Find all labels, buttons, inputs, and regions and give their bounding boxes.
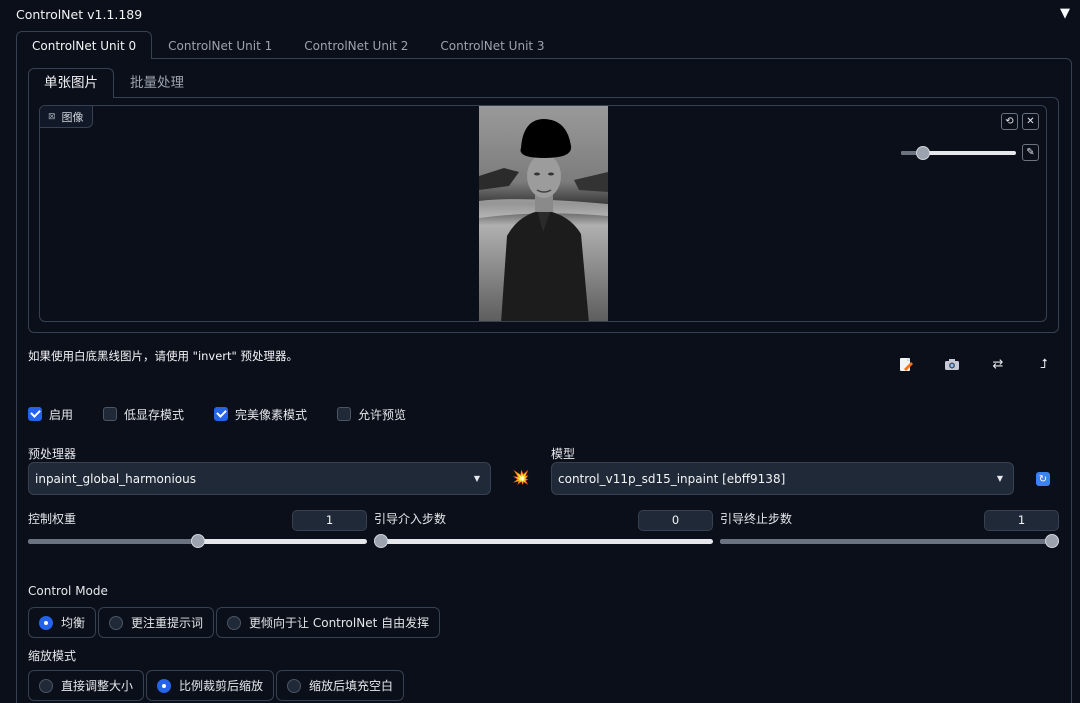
tab-unit-3[interactable]: ControlNet Unit 3 <box>424 31 560 59</box>
radio-dot[interactable] <box>109 615 124 630</box>
end-step-label: 引导终止步数 <box>720 512 793 526</box>
control-mode-controlnet-label: 更倾向于让 ControlNet 自由发挥 <box>249 616 430 630</box>
resize-mode-group: 直接调整大小 比例裁剪后缩放 缩放后填充空白 <box>28 670 406 701</box>
pixel-perfect-checkbox[interactable]: 完美像素模式 <box>214 406 307 423</box>
collapse-triangle-icon[interactable]: ▼ <box>1060 6 1070 21</box>
control-mode-controlnet[interactable]: 更倾向于让 ControlNet 自由发挥 <box>216 607 441 638</box>
tab-batch[interactable]: 批量处理 <box>114 68 200 98</box>
end-step-input[interactable]: 1 <box>984 510 1059 531</box>
resize-mode-crop-resize[interactable]: 比例裁剪后缩放 <box>146 670 275 701</box>
refresh-models-icon[interactable]: ↻ <box>1036 472 1050 486</box>
low-vram-checkbox-box[interactable] <box>103 407 118 421</box>
enable-checkbox-label: 启用 <box>49 407 74 422</box>
model-label: 模型 <box>551 447 576 461</box>
tab-unit-2[interactable]: ControlNet Unit 2 <box>288 31 424 59</box>
weight-slider-knob[interactable] <box>191 534 205 548</box>
image-label: ⊠ 图像 <box>40 106 93 128</box>
start-step-label: 引导介入步数 <box>374 512 447 526</box>
control-mode-group: 均衡 更注重提示词 更倾向于让 ControlNet 自由发挥 <box>28 607 442 638</box>
preprocessor-select[interactable]: inpaint_global_harmonious ▼ <box>28 462 491 495</box>
chevron-down-icon: ▼ <box>473 474 480 483</box>
model-select[interactable]: control_v11p_sd15_inpaint [ebff9138] ▼ <box>551 462 1014 495</box>
edit-doc-icon[interactable] <box>897 356 915 374</box>
weight-input[interactable]: 1 <box>292 510 367 531</box>
start-step-input[interactable]: 0 <box>638 510 713 531</box>
swap-icon[interactable]: ⇄ <box>989 356 1007 374</box>
resize-mode-just-resize-label: 直接调整大小 <box>61 679 134 693</box>
controlnet-title: ControlNet v1.1.189 <box>16 7 143 22</box>
radio-dot[interactable] <box>157 678 172 693</box>
control-mode-prompt[interactable]: 更注重提示词 <box>98 607 215 638</box>
brush-size-knob[interactable] <box>916 146 930 160</box>
allow-preview-checkbox[interactable]: 允许预览 <box>337 406 406 423</box>
resize-mode-fill-label: 缩放后填充空白 <box>309 679 394 693</box>
enable-checkbox-box[interactable] <box>28 407 42 421</box>
brush-size-slider[interactable] <box>901 146 1016 160</box>
invert-hint: 如果使用白底黑线图片，请使用 "invert" 预处理器。 <box>28 349 298 363</box>
resize-mode-fill[interactable]: 缩放后填充空白 <box>276 670 405 701</box>
end-step-slider[interactable] <box>720 534 1059 548</box>
control-mode-label: Control Mode <box>28 584 108 598</box>
run-preprocessor-icon[interactable]: 💥 <box>512 470 529 486</box>
pixel-perfect-checkbox-label: 完美像素模式 <box>235 407 308 422</box>
control-mode-prompt-label: 更注重提示词 <box>131 616 204 630</box>
controlnet-header[interactable]: ControlNet v1.1.189 ▼ <box>0 0 1080 30</box>
weight-slider[interactable] <box>28 534 367 548</box>
control-mode-balanced[interactable]: 均衡 <box>28 607 97 638</box>
model-value: control_v11p_sd15_inpaint [ebff9138] <box>558 471 786 486</box>
radio-dot[interactable] <box>227 615 242 630</box>
tab-single-image[interactable]: 单张图片 <box>28 68 114 98</box>
reset-icon[interactable]: ⟲ <box>1001 113 1018 130</box>
start-step-slider[interactable] <box>374 534 713 548</box>
photo-drawing <box>479 106 608 321</box>
unit-tabs: ControlNet Unit 0 ControlNet Unit 1 Cont… <box>16 31 561 59</box>
camera-icon[interactable] <box>943 356 961 374</box>
enable-checkbox[interactable]: 启用 <box>28 406 73 423</box>
image-icon: ⊠ <box>48 111 56 122</box>
weight-label: 控制权重 <box>28 512 77 526</box>
tab-unit-1[interactable]: ControlNet Unit 1 <box>152 31 288 59</box>
brush-icon[interactable]: ✎ <box>1022 144 1039 161</box>
resize-mode-crop-resize-label: 比例裁剪后缩放 <box>179 679 264 693</box>
options-checkboxes: 启用 低显存模式 完美像素模式 允许预览 <box>28 405 436 423</box>
radio-dot[interactable] <box>39 615 53 630</box>
chevron-down-icon: ▼ <box>996 474 1003 483</box>
image-canvas[interactable]: ⊠ 图像 ⟲ ✕ ✎ <box>39 105 1047 322</box>
uploaded-photo[interactable] <box>479 106 608 321</box>
weight-slider-fill <box>28 539 198 544</box>
end-step-slider-fill <box>720 539 1052 544</box>
tab-unit-0[interactable]: ControlNet Unit 0 <box>16 31 153 59</box>
pixel-perfect-checkbox-box[interactable] <box>214 407 229 421</box>
low-vram-checkbox[interactable]: 低显存模式 <box>103 406 184 423</box>
send-dimensions-icon[interactable]: ⮥ <box>1035 356 1053 374</box>
allow-preview-checkbox-box[interactable] <box>337 407 352 421</box>
image-mode-tabs: 单张图片 批量处理 <box>28 68 200 98</box>
resize-mode-label: 缩放模式 <box>28 649 77 663</box>
radio-dot[interactable] <box>39 678 53 693</box>
control-mode-balanced-label: 均衡 <box>61 616 86 630</box>
close-icon[interactable]: ✕ <box>1022 113 1039 130</box>
allow-preview-checkbox-label: 允许预览 <box>358 407 407 422</box>
start-step-slider-knob[interactable] <box>374 534 388 548</box>
radio-dot[interactable] <box>287 678 302 693</box>
end-step-slider-knob[interactable] <box>1045 534 1059 548</box>
resize-mode-just-resize[interactable]: 直接调整大小 <box>28 670 145 701</box>
low-vram-checkbox-label: 低显存模式 <box>124 407 185 422</box>
image-label-text: 图像 <box>61 110 84 124</box>
preprocessor-label: 预处理器 <box>28 447 77 461</box>
preprocessor-value: inpaint_global_harmonious <box>35 471 197 486</box>
